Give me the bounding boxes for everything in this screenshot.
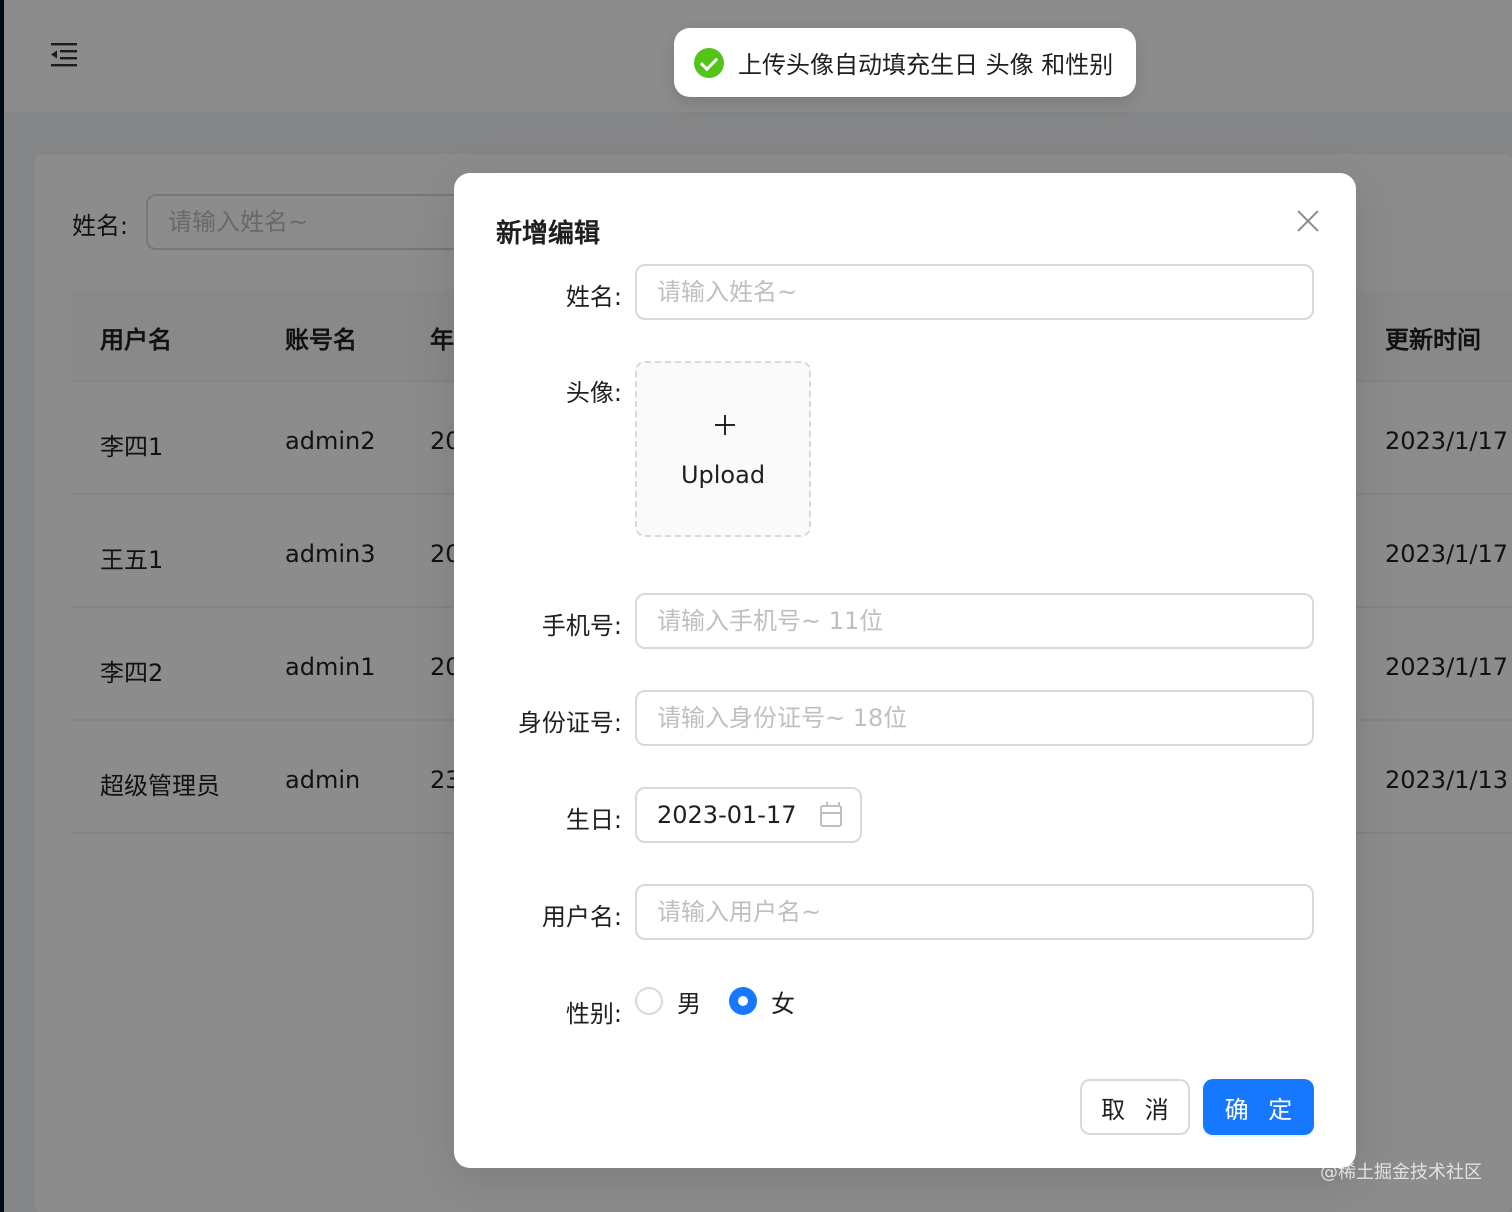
success-message-text: 上传头像自动填充生日 头像 和性别: [738, 51, 1114, 79]
gender-radio-male[interactable]: 男: [635, 984, 701, 1019]
watermark: @稀土掘金技术社区: [1320, 1162, 1482, 1183]
cancel-button[interactable]: 取 消: [1080, 1079, 1190, 1135]
plus-icon: [715, 415, 735, 435]
avatar-label: 头像:: [565, 379, 622, 407]
radio-label-male: 男: [677, 989, 701, 1018]
calendar-icon: [820, 802, 842, 827]
name-label: 姓名:: [565, 283, 622, 311]
phone-input[interactable]: [635, 593, 1314, 649]
modal-title: 新增编辑: [496, 219, 601, 249]
gender-radio-female[interactable]: 女: [729, 984, 795, 1019]
birthday-label: 生日:: [565, 806, 622, 834]
upload-text: Upload: [680, 461, 766, 489]
ok-button[interactable]: 确 定: [1203, 1079, 1314, 1135]
radio-label-female: 女: [771, 989, 795, 1018]
success-message: 上传头像自动填充生日 头像 和性别: [674, 28, 1136, 97]
avatar-upload[interactable]: Upload: [635, 361, 811, 537]
id-number-input[interactable]: [635, 690, 1314, 746]
username-input[interactable]: [635, 884, 1314, 940]
username-label: 用户名:: [541, 903, 622, 931]
radio-unchecked-icon: [635, 987, 663, 1015]
birthday-date-picker[interactable]: 2023-01-17: [635, 787, 862, 843]
close-icon[interactable]: [1294, 207, 1322, 235]
edit-modal: 新增编辑 姓名: 头像: Upload 手机号: 身份证号: 生日: 2023-…: [454, 173, 1356, 1168]
check-circle-icon: [694, 47, 724, 78]
birthday-value: 2023-01-17: [657, 801, 797, 829]
gender-label: 性别:: [565, 1000, 622, 1028]
gender-radio-group: 男 女: [635, 984, 823, 1019]
id-number-label: 身份证号:: [517, 709, 622, 737]
phone-label: 手机号:: [541, 612, 622, 640]
radio-checked-icon: [729, 987, 757, 1015]
name-input[interactable]: [635, 264, 1314, 320]
